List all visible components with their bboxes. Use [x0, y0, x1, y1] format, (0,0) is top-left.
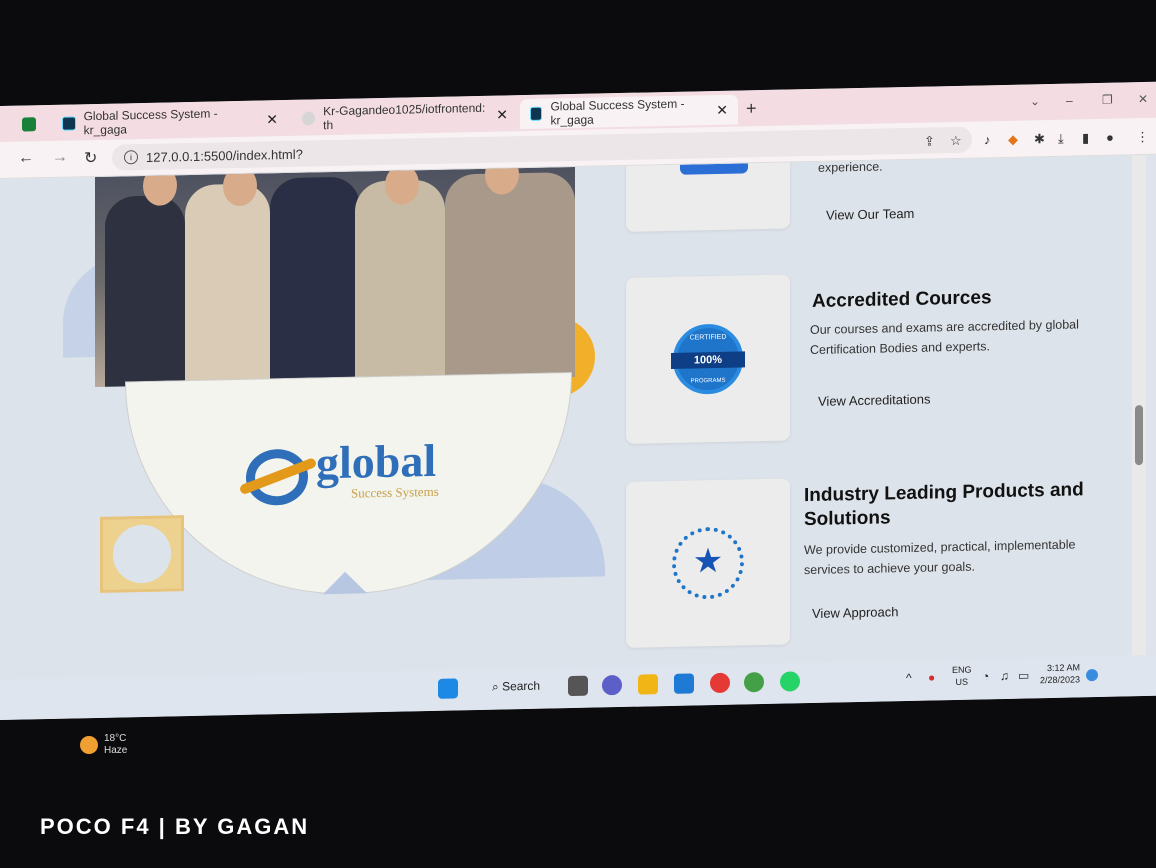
minimize-icon[interactable]: – [1066, 94, 1073, 108]
menu-icon[interactable]: ⋮ [1136, 129, 1149, 145]
team-icon-fragment [680, 163, 748, 175]
windows-start-icon[interactable] [438, 678, 458, 699]
bookmark-star-icon[interactable]: ☆ [950, 133, 962, 149]
teams-meet-icon[interactable] [602, 674, 622, 696]
decor-triangle [323, 571, 367, 595]
view-approach-link[interactable]: View Approach [812, 604, 899, 621]
business-team-photo [95, 155, 575, 388]
chrome-profile-icon[interactable] [744, 671, 764, 693]
badge-value: 100% [671, 351, 745, 369]
url-text[interactable]: 127.0.0.1:5500/index.html? [146, 146, 303, 164]
weather-haze-icon [80, 736, 98, 754]
whatsapp-icon[interactable] [780, 671, 800, 692]
wifi-icon[interactable]: ◔ [982, 669, 989, 683]
person-figure [355, 179, 445, 382]
person-figure [270, 176, 360, 384]
reload-icon[interactable]: ↻ [84, 148, 97, 168]
close-icon[interactable]: ✕ [716, 101, 728, 118]
industry-card-description: We provide customized, practical, implem… [804, 537, 1076, 578]
language-indicator[interactable]: ENG US [952, 664, 972, 688]
share-icon[interactable]: ⇪ [924, 133, 935, 149]
close-icon[interactable]: ✕ [266, 111, 278, 128]
accredited-card-description: Our courses and exams are accredited by … [810, 317, 1079, 358]
info-icon[interactable]: i [124, 150, 138, 165]
view-our-team-link[interactable]: View Our Team [826, 206, 914, 223]
accredited-card-title: Accredited Cources [812, 287, 992, 312]
view-accreditations-link[interactable]: View Accreditations [818, 392, 931, 409]
tab-github-repo[interactable]: Kr-Gagandeo1025/iotfrontend: th ✕ [292, 99, 518, 134]
industry-card-icon-box: ★ [626, 478, 790, 648]
person-figure [185, 183, 270, 386]
new-tab-button[interactable]: + [746, 98, 757, 119]
github-icon [302, 111, 316, 126]
logo-tagline: Success Systems [351, 483, 439, 501]
taskbar-search[interactable]: ⌕ Search [492, 679, 540, 695]
page-scrollbar[interactable] [1132, 154, 1146, 656]
hero-illustration: global Success Systems [55, 155, 615, 599]
clock-date: 2/28/2023 [1040, 674, 1081, 686]
taskbar-search-label: Search [502, 678, 541, 694]
tab-global-success-1[interactable]: Global Success System - kr_gaga ✕ [52, 104, 288, 139]
extension-tool-icon[interactable]: ♪ [984, 132, 991, 147]
decor-frame [100, 515, 184, 593]
clock[interactable]: 3:12 AM 2/28/2023 [1040, 661, 1080, 686]
photo-watermark: POCO F4 | BY GAGAN [40, 814, 310, 839]
maximize-icon[interactable]: ❐ [1102, 93, 1113, 107]
weather-desc: Haze [104, 745, 128, 756]
certified-badge-icon: CERTIFIED 100% PROGRAMS [671, 323, 745, 395]
tab-title: Kr-Gagandeo1025/iotfrontend: th [323, 100, 486, 133]
window-close-icon[interactable]: ✕ [1138, 92, 1148, 106]
extensions-icon[interactable]: ✱ [1034, 131, 1045, 147]
web-page: global Success Systems experience. View … [0, 155, 1130, 679]
weather-temp: 18°C [104, 733, 127, 744]
industry-card-title: Industry Leading Products and Solutions [804, 479, 1084, 531]
star-icon: ★ [692, 541, 724, 581]
react-icon [62, 116, 76, 131]
accredited-card-icon-box: CERTIFIED 100% PROGRAMS [626, 274, 790, 444]
clock-time: 3:12 AM [1047, 662, 1081, 674]
laptop-screen: Global Success System - kr_gaga ✕ Kr-Gag… [0, 81, 1156, 720]
tray-chevron-icon[interactable]: ^ [906, 671, 912, 685]
lang-top: ENG [952, 664, 972, 676]
tab-search-icon[interactable]: ⌄ [1030, 94, 1040, 108]
notification-icon[interactable] [1086, 669, 1098, 682]
mic-icon[interactable]: ● [928, 670, 935, 684]
badge-top-text: CERTIFIED [689, 333, 727, 342]
badge-bottom-text: PROGRAMS [690, 377, 726, 385]
sidepanel-icon[interactable]: ▮ [1082, 130, 1089, 146]
close-icon[interactable]: ✕ [496, 106, 508, 123]
weather-widget[interactable]: 18°C Haze [80, 733, 127, 757]
lang-bottom: US [955, 676, 969, 687]
vscode-icon[interactable] [674, 673, 694, 694]
star-ring-icon: ★ [672, 526, 744, 600]
battery-icon[interactable]: ▭ [1018, 668, 1029, 682]
task-view-icon[interactable] [568, 675, 588, 697]
person-figure [105, 195, 185, 387]
metamask-icon[interactable]: ◆ [1008, 132, 1018, 148]
tab-title: Global Success System - kr_gaga [83, 106, 218, 138]
weather-text: 18°C Haze [104, 733, 127, 757]
download-icon[interactable]: ⤓ [1058, 131, 1064, 147]
profile-avatar-icon[interactable]: ● [1106, 130, 1114, 145]
react-icon [530, 106, 543, 121]
tab-global-success-2[interactable]: Global Success System - kr_gaga ✕ [520, 94, 738, 130]
scrollbar-thumb[interactable] [1135, 405, 1143, 466]
sheets-icon[interactable] [22, 117, 36, 132]
forward-icon[interactable]: → [52, 149, 68, 167]
tab-title: Global Success System - kr_gaga [550, 96, 685, 128]
volume-icon[interactable]: ♫ [1000, 669, 1009, 683]
person-figure [445, 171, 575, 380]
logo-wordmark: global [316, 434, 437, 489]
chrome-icon[interactable] [710, 672, 730, 694]
back-icon[interactable]: ← [18, 149, 34, 167]
file-explorer-icon[interactable] [638, 674, 658, 695]
